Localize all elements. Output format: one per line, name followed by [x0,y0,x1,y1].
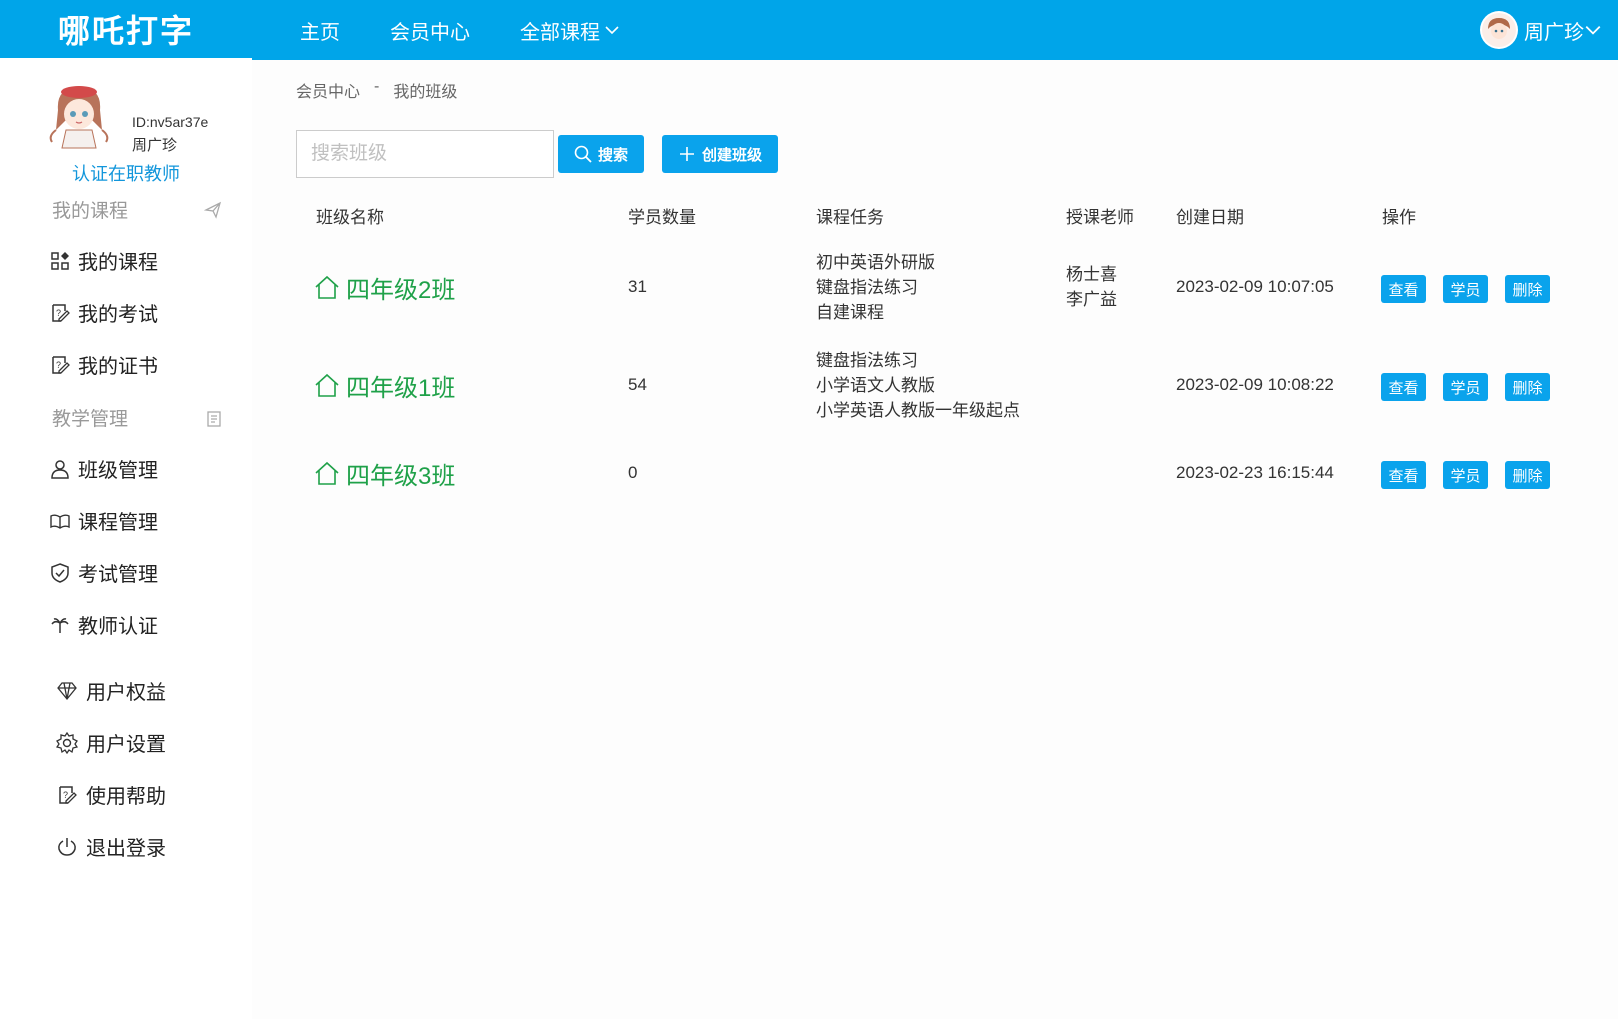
column-header-course-tasks: 课程任务 [816,208,884,227]
home-icon [315,461,339,485]
search-button[interactable]: 搜索 [558,135,644,173]
edit-doc-icon: ? [52,303,70,322]
breadcrumb: 会员中心 - 我的班级 [296,78,457,102]
column-header-actions: 操作 [1382,208,1416,227]
user-id: ID:nv5ar37e [132,114,209,130]
menu-logout[interactable]: 退出登录 [56,832,166,861]
nav-member-center[interactable]: 会员中心 [390,16,470,45]
menu-my-exams[interactable]: ? 我的考试 [50,298,158,327]
nav-all-courses[interactable]: 全部课程 [520,16,620,45]
sidebar: ID:nv5ar37e 周广珍 认证在职教师 我的课程 我的课程 ? 我的考试 … [0,60,252,1019]
student-count: 0 [628,463,638,482]
power-icon [58,837,76,856]
students-button[interactable]: 学员 [1443,461,1488,489]
menu-class-management[interactable]: 班级管理 [50,454,158,483]
svg-text:?: ? [63,790,68,800]
home-icon [315,373,339,397]
palm-icon [51,617,69,633]
avatar [1480,11,1518,49]
clipboard-icon [207,410,221,427]
book-icon [50,514,70,529]
nav-home[interactable]: 主页 [300,16,340,45]
menu-course-management[interactable]: 课程管理 [50,506,158,535]
profile-name: 周广珍 [132,137,178,154]
delete-button[interactable]: 删除 [1505,461,1550,489]
teacher-list: 杨士喜 李广益 [1066,265,1117,309]
site-logo[interactable]: 哪吒打字 [0,0,252,60]
menu-user-rights[interactable]: 用户权益 [56,676,166,705]
breadcrumb-separator: - [374,78,380,95]
students-button[interactable]: 学员 [1443,275,1488,303]
class-name-link[interactable]: 四年级3班 [314,456,455,491]
class-name-link[interactable]: 四年级1班 [314,368,455,403]
avatar [49,86,109,149]
menu-exam-management[interactable]: 考试管理 [50,558,158,587]
column-header-class-name: 班级名称 [316,208,384,227]
course-task-list: 初中英语外研版 键盘指法练习 自建课程 [816,253,935,322]
created-date: 2023-02-09 10:07:05 [1176,277,1334,296]
view-button[interactable]: 查看 [1381,461,1426,489]
search-input[interactable] [296,130,554,178]
shield-check-icon [51,562,69,583]
certify-teacher-link[interactable]: 认证在职教师 [72,160,180,186]
created-date: 2023-02-09 10:08:22 [1176,375,1334,394]
student-count: 54 [628,375,647,394]
send-icon [204,201,222,219]
section-my-courses: 我的课程 [52,196,222,223]
user-name: 周广珍 [1524,21,1584,44]
main-nav: 主页 会员中心 全部课程 [300,0,670,60]
class-name-link[interactable]: 四年级2班 [314,270,455,305]
user-icon [51,459,69,479]
student-count: 31 [628,277,647,296]
help-doc-icon: ? [59,785,77,804]
search-icon [574,145,592,163]
delete-button[interactable]: 删除 [1505,373,1550,401]
chevron-down-icon [605,26,619,35]
students-button[interactable]: 学员 [1443,373,1488,401]
gear-icon [56,731,78,754]
svg-text:?: ? [56,360,61,370]
top-bar: 哪吒打字 主页 会员中心 全部课程 周广珍 [0,0,1618,60]
menu-my-certificates[interactable]: ? 我的证书 [50,350,158,379]
menu-user-settings[interactable]: 用户设置 [56,728,166,757]
course-task-list: 键盘指法练习 小学语文人教版 小学英语人教版一年级起点 [816,351,1020,420]
delete-button[interactable]: 删除 [1505,275,1550,303]
view-button[interactable]: 查看 [1381,275,1426,303]
section-teaching: 教学管理 [52,404,222,431]
avatar-icon [1482,13,1516,47]
column-header-created-date: 创建日期 [1176,208,1244,227]
breadcrumb-parent[interactable]: 会员中心 [296,78,360,102]
column-header-student-count: 学员数量 [628,208,696,227]
diamond-icon [57,681,77,700]
breadcrumb-current: 我的班级 [393,84,458,101]
grid-icon [51,251,69,270]
view-button[interactable]: 查看 [1381,373,1426,401]
menu-my-courses[interactable]: 我的课程 [50,246,158,275]
certificate-icon: ? [52,355,70,374]
chevron-down-icon [1585,25,1601,35]
menu-teacher-certification[interactable]: 教师认证 [50,610,158,639]
column-header-teachers: 授课老师 [1066,208,1134,227]
created-date: 2023-02-23 16:15:44 [1176,463,1334,482]
menu-help[interactable]: ? 使用帮助 [56,780,166,809]
user-menu[interactable]: 周广珍 [1480,0,1602,60]
create-class-button[interactable]: 创建班级 [662,135,778,173]
profile-card: ID:nv5ar37e 周广珍 [44,80,244,160]
home-icon [315,275,339,299]
svg-text:?: ? [56,308,61,318]
plus-icon [679,147,694,161]
